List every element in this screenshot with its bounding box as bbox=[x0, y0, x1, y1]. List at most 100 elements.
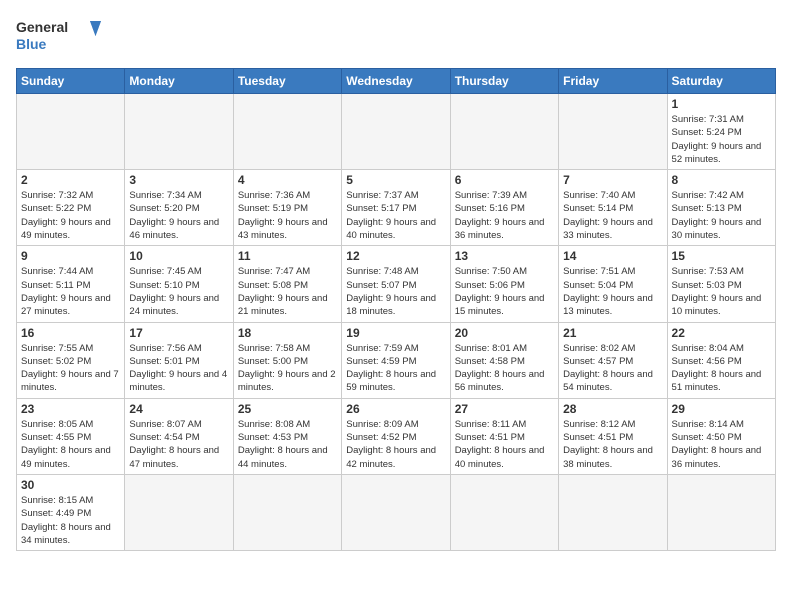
calendar-day-cell bbox=[233, 94, 341, 170]
day-info: Sunrise: 8:15 AM Sunset: 4:49 PM Dayligh… bbox=[21, 494, 120, 547]
day-info: Sunrise: 7:48 AM Sunset: 5:07 PM Dayligh… bbox=[346, 265, 445, 318]
calendar-week-row: 23 Sunrise: 8:05 AM Sunset: 4:55 PM Dayli… bbox=[17, 398, 776, 474]
svg-text:Blue: Blue bbox=[16, 36, 47, 52]
calendar-day-cell bbox=[342, 94, 450, 170]
day-info: Sunrise: 7:36 AM Sunset: 5:19 PM Dayligh… bbox=[238, 189, 337, 242]
day-info: Sunrise: 7:58 AM Sunset: 5:00 PM Dayligh… bbox=[238, 342, 337, 395]
day-info: Sunrise: 7:51 AM Sunset: 5:04 PM Dayligh… bbox=[563, 265, 662, 318]
day-number: 22 bbox=[672, 326, 771, 340]
calendar-day-cell: 20 Sunrise: 8:01 AM Sunset: 4:58 PM Dayli… bbox=[450, 322, 558, 398]
calendar-day-cell: 29 Sunrise: 8:14 AM Sunset: 4:50 PM Dayli… bbox=[667, 398, 775, 474]
day-info: Sunrise: 7:44 AM Sunset: 5:11 PM Dayligh… bbox=[21, 265, 120, 318]
calendar-day-cell: 26Sunrise: 8:09 AM Sunset: 4:52 PM Dayli… bbox=[342, 398, 450, 474]
calendar-day-cell bbox=[342, 474, 450, 550]
day-number: 7 bbox=[563, 173, 662, 187]
svg-text:General: General bbox=[16, 19, 68, 35]
calendar-day-cell: 23 Sunrise: 8:05 AM Sunset: 4:55 PM Dayli… bbox=[17, 398, 125, 474]
calendar-day-cell: 28 Sunrise: 8:12 AM Sunset: 4:51 PM Dayli… bbox=[559, 398, 667, 474]
calendar-day-cell: 1Sunrise: 7:31 AM Sunset: 5:24 PM Daylig… bbox=[667, 94, 775, 170]
day-info: Sunrise: 7:34 AM Sunset: 5:20 PM Dayligh… bbox=[129, 189, 228, 242]
day-info: Sunrise: 7:56 AM Sunset: 5:01 PM Dayligh… bbox=[129, 342, 228, 395]
calendar-day-cell: 27Sunrise: 8:11 AM Sunset: 4:51 PM Dayli… bbox=[450, 398, 558, 474]
weekday-header-friday: Friday bbox=[559, 69, 667, 94]
day-number: 21 bbox=[563, 326, 662, 340]
calendar-day-cell: 8Sunrise: 7:42 AM Sunset: 5:13 PM Daylig… bbox=[667, 170, 775, 246]
day-number: 2 bbox=[21, 173, 120, 187]
day-number: 17 bbox=[129, 326, 228, 340]
day-info: Sunrise: 7:50 AM Sunset: 5:06 PM Dayligh… bbox=[455, 265, 554, 318]
calendar-day-cell: 16 Sunrise: 7:55 AM Sunset: 5:02 PM Dayli… bbox=[17, 322, 125, 398]
logo: General Blue bbox=[16, 16, 106, 58]
calendar-table: SundayMondayTuesdayWednesdayThursdayFrid… bbox=[16, 68, 776, 551]
calendar-day-cell: 7 Sunrise: 7:40 AM Sunset: 5:14 PM Daylig… bbox=[559, 170, 667, 246]
day-number: 25 bbox=[238, 402, 337, 416]
day-number: 16 bbox=[21, 326, 120, 340]
calendar-day-cell bbox=[450, 94, 558, 170]
day-info: Sunrise: 7:55 AM Sunset: 5:02 PM Dayligh… bbox=[21, 342, 120, 395]
calendar-day-cell: 12 Sunrise: 7:48 AM Sunset: 5:07 PM Dayli… bbox=[342, 246, 450, 322]
day-number: 26 bbox=[346, 402, 445, 416]
day-number: 11 bbox=[238, 249, 337, 263]
calendar-day-cell: 15 Sunrise: 7:53 AM Sunset: 5:03 PM Dayli… bbox=[667, 246, 775, 322]
day-number: 19 bbox=[346, 326, 445, 340]
weekday-header-row: SundayMondayTuesdayWednesdayThursdayFrid… bbox=[17, 69, 776, 94]
day-number: 13 bbox=[455, 249, 554, 263]
calendar-day-cell: 2 Sunrise: 7:32 AM Sunset: 5:22 PM Daylig… bbox=[17, 170, 125, 246]
calendar-day-cell bbox=[559, 94, 667, 170]
day-info: Sunrise: 8:12 AM Sunset: 4:51 PM Dayligh… bbox=[563, 418, 662, 471]
calendar-day-cell: 14Sunrise: 7:51 AM Sunset: 5:04 PM Dayli… bbox=[559, 246, 667, 322]
day-info: Sunrise: 8:05 AM Sunset: 4:55 PM Dayligh… bbox=[21, 418, 120, 471]
day-info: Sunrise: 8:14 AM Sunset: 4:50 PM Dayligh… bbox=[672, 418, 771, 471]
day-info: Sunrise: 7:40 AM Sunset: 5:14 PM Dayligh… bbox=[563, 189, 662, 242]
day-number: 20 bbox=[455, 326, 554, 340]
day-info: Sunrise: 7:45 AM Sunset: 5:10 PM Dayligh… bbox=[129, 265, 228, 318]
calendar-day-cell bbox=[559, 474, 667, 550]
calendar-day-cell: 30 Sunrise: 8:15 AM Sunset: 4:49 PM Dayli… bbox=[17, 474, 125, 550]
day-info: Sunrise: 8:02 AM Sunset: 4:57 PM Dayligh… bbox=[563, 342, 662, 395]
day-number: 28 bbox=[563, 402, 662, 416]
calendar-week-row: 2 Sunrise: 7:32 AM Sunset: 5:22 PM Daylig… bbox=[17, 170, 776, 246]
calendar-day-cell: 24Sunrise: 8:07 AM Sunset: 4:54 PM Dayli… bbox=[125, 398, 233, 474]
calendar-day-cell: 21 Sunrise: 8:02 AM Sunset: 4:57 PM Dayli… bbox=[559, 322, 667, 398]
day-number: 24 bbox=[129, 402, 228, 416]
calendar-day-cell bbox=[17, 94, 125, 170]
calendar-day-cell: 22 Sunrise: 8:04 AM Sunset: 4:56 PM Dayli… bbox=[667, 322, 775, 398]
calendar-week-row: 30 Sunrise: 8:15 AM Sunset: 4:49 PM Dayli… bbox=[17, 474, 776, 550]
calendar-day-cell: 25Sunrise: 8:08 AM Sunset: 4:53 PM Dayli… bbox=[233, 398, 341, 474]
day-number: 1 bbox=[672, 97, 771, 111]
day-number: 5 bbox=[346, 173, 445, 187]
calendar-week-row: 9 Sunrise: 7:44 AM Sunset: 5:11 PM Daylig… bbox=[17, 246, 776, 322]
day-number: 29 bbox=[672, 402, 771, 416]
weekday-header-sunday: Sunday bbox=[17, 69, 125, 94]
day-info: Sunrise: 7:59 AM Sunset: 4:59 PM Dayligh… bbox=[346, 342, 445, 395]
day-number: 3 bbox=[129, 173, 228, 187]
day-info: Sunrise: 8:01 AM Sunset: 4:58 PM Dayligh… bbox=[455, 342, 554, 395]
day-number: 8 bbox=[672, 173, 771, 187]
weekday-header-monday: Monday bbox=[125, 69, 233, 94]
calendar-day-cell: 10 Sunrise: 7:45 AM Sunset: 5:10 PM Dayli… bbox=[125, 246, 233, 322]
calendar-day-cell: 5 Sunrise: 7:37 AM Sunset: 5:17 PM Daylig… bbox=[342, 170, 450, 246]
day-number: 12 bbox=[346, 249, 445, 263]
calendar-day-cell: 18Sunrise: 7:58 AM Sunset: 5:00 PM Dayli… bbox=[233, 322, 341, 398]
day-number: 9 bbox=[21, 249, 120, 263]
calendar-day-cell: 4 Sunrise: 7:36 AM Sunset: 5:19 PM Daylig… bbox=[233, 170, 341, 246]
day-number: 30 bbox=[21, 478, 120, 492]
day-number: 23 bbox=[21, 402, 120, 416]
day-info: Sunrise: 7:53 AM Sunset: 5:03 PM Dayligh… bbox=[672, 265, 771, 318]
day-info: Sunrise: 7:37 AM Sunset: 5:17 PM Dayligh… bbox=[346, 189, 445, 242]
calendar-day-cell bbox=[667, 474, 775, 550]
calendar-day-cell: 3 Sunrise: 7:34 AM Sunset: 5:20 PM Daylig… bbox=[125, 170, 233, 246]
calendar-week-row: 16 Sunrise: 7:55 AM Sunset: 5:02 PM Dayli… bbox=[17, 322, 776, 398]
calendar-day-cell: 17 Sunrise: 7:56 AM Sunset: 5:01 PM Dayli… bbox=[125, 322, 233, 398]
calendar-day-cell bbox=[125, 474, 233, 550]
calendar-day-cell: 9 Sunrise: 7:44 AM Sunset: 5:11 PM Daylig… bbox=[17, 246, 125, 322]
calendar-day-cell bbox=[125, 94, 233, 170]
day-number: 15 bbox=[672, 249, 771, 263]
day-number: 10 bbox=[129, 249, 228, 263]
day-info: Sunrise: 8:04 AM Sunset: 4:56 PM Dayligh… bbox=[672, 342, 771, 395]
day-number: 4 bbox=[238, 173, 337, 187]
calendar-day-cell bbox=[233, 474, 341, 550]
calendar-day-cell: 19 Sunrise: 7:59 AM Sunset: 4:59 PM Dayli… bbox=[342, 322, 450, 398]
calendar-day-cell bbox=[450, 474, 558, 550]
day-info: Sunrise: 7:32 AM Sunset: 5:22 PM Dayligh… bbox=[21, 189, 120, 242]
